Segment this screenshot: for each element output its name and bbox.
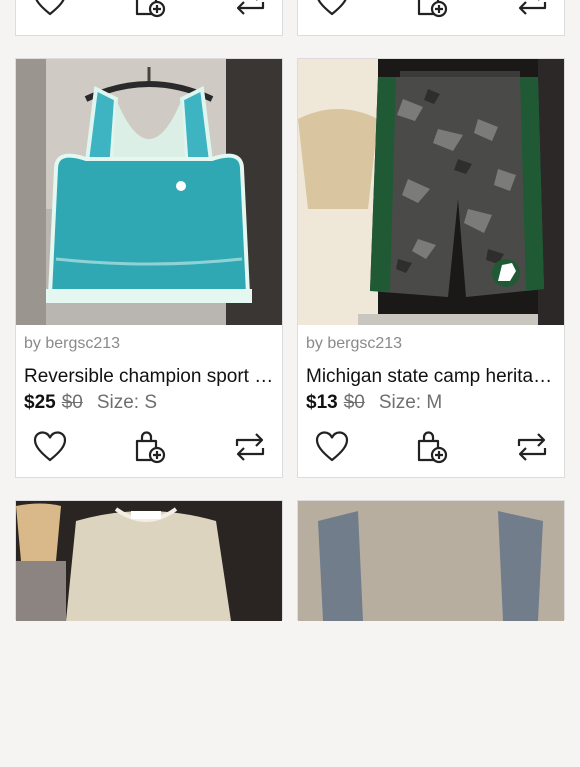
bag-plus-icon[interactable] xyxy=(132,0,168,19)
heart-icon[interactable] xyxy=(314,0,350,19)
share-arrows-icon[interactable] xyxy=(514,429,550,465)
bag-plus-icon[interactable] xyxy=(414,0,450,19)
seller-name[interactable]: by bergsc213 xyxy=(24,335,274,353)
card-actions xyxy=(16,417,282,477)
listing-title[interactable]: Reversible champion sport bra xyxy=(24,366,274,388)
card-actions xyxy=(298,417,564,477)
listing-photo-shorts[interactable] xyxy=(298,59,564,325)
price-row: $13 $0 Size: M xyxy=(306,392,556,414)
listing-card-bottom-left[interactable] xyxy=(15,500,283,621)
listing-size: Size: S xyxy=(96,392,158,413)
listing-title[interactable]: Michigan state camp heritage shorts xyxy=(306,366,556,388)
listing-photo-pants[interactable] xyxy=(298,501,564,767)
share-arrows-icon[interactable] xyxy=(514,0,550,19)
listing-card-top-left xyxy=(15,0,283,36)
listing-photo-sports-bra[interactable] xyxy=(16,59,282,325)
card-actions xyxy=(16,0,282,31)
listing-price: $13 xyxy=(306,392,338,413)
listing-photo-top[interactable] xyxy=(16,501,282,767)
share-arrows-icon[interactable] xyxy=(232,429,268,465)
listing-card-bottom-right[interactable] xyxy=(297,500,565,621)
heart-icon[interactable] xyxy=(32,0,68,19)
listing-card[interactable]: by bergsc213 Michigan state camp heritag… xyxy=(297,58,565,478)
heart-icon[interactable] xyxy=(32,429,68,465)
seller-name[interactable]: by bergsc213 xyxy=(306,335,556,353)
listing-card[interactable]: by bergsc213 Reversible champion sport b… xyxy=(15,58,283,478)
bag-plus-icon[interactable] xyxy=(132,429,168,465)
bag-plus-icon[interactable] xyxy=(414,429,450,465)
price-row: $25 $0 Size: S xyxy=(24,392,274,414)
original-price: $0 xyxy=(343,392,365,413)
card-actions xyxy=(298,0,564,31)
share-arrows-icon[interactable] xyxy=(232,0,268,19)
listing-card-top-right xyxy=(297,0,565,36)
heart-icon[interactable] xyxy=(314,429,350,465)
original-price: $0 xyxy=(61,392,83,413)
listing-price: $25 xyxy=(24,392,56,413)
listing-size: Size: M xyxy=(378,392,443,413)
